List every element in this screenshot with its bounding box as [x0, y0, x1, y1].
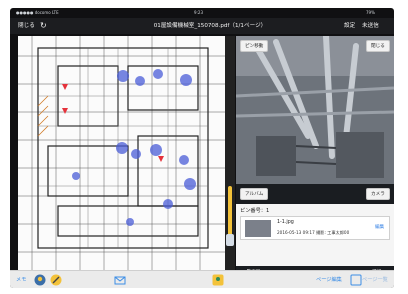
- photo-thumbnail: [245, 220, 271, 237]
- bottom-toolbar: メモ ページ編集 ページ一覧: [10, 270, 394, 288]
- site-photo: ピン移動 閉じる: [236, 36, 394, 184]
- status-bar: ●●●●● docomo LTE 9:23 79%: [10, 8, 394, 18]
- photo-info: ピン番号：1 1-1.jpg 2016-05-13 09:17 撮影: 工事太郎…: [236, 204, 394, 270]
- photo-image: [236, 36, 394, 184]
- ipad-screen: ●●●●● docomo LTE 9:23 79% 閉じる ↻ 01屋設備機械室…: [10, 8, 394, 288]
- refresh-icon[interactable]: ↻: [40, 18, 47, 34]
- page-edit-button[interactable]: ページ編集: [316, 271, 342, 288]
- page-edit-icon[interactable]: [350, 274, 362, 286]
- mail-icon[interactable]: [114, 274, 126, 286]
- slider-handle[interactable]: [226, 234, 234, 246]
- photo-panel: ピン移動 閉じる アルバム カメラ ピン番号：1 1-1.jpg 2016-05…: [236, 36, 394, 280]
- unsent-button[interactable]: 未送信: [362, 18, 379, 34]
- memo-button[interactable]: メモ: [16, 271, 26, 288]
- clock-text: 9:23: [194, 10, 203, 15]
- photo-meta: 2016-05-13 09:17 撮影: 工事太郎00: [277, 230, 350, 235]
- pin-move-button[interactable]: ピン移動: [240, 40, 269, 52]
- camera-bar: アルバム カメラ: [236, 184, 394, 204]
- slider-track: [228, 186, 232, 240]
- page-slider[interactable]: [225, 36, 235, 270]
- floor-plan-svg: [18, 36, 230, 270]
- photo-list-item[interactable]: 1-1.jpg 2016-05-13 09:17 撮影: 工事太郎00 編集: [240, 216, 390, 240]
- title-bar: 閉じる ↻ 01屋設備機械室_150708.pdf（1/1ページ） 設定 未送信: [10, 18, 394, 34]
- photo-filename: 1-1.jpg: [277, 220, 294, 225]
- close-photo-button[interactable]: 閉じる: [366, 40, 390, 52]
- pencil-icon[interactable]: [50, 274, 62, 286]
- settings-button[interactable]: 設定: [344, 18, 355, 34]
- pin-tool-icon[interactable]: [34, 274, 46, 286]
- document-title: 01屋設備機械室_150708.pdf（1/1ページ）: [153, 23, 267, 29]
- location-pin-icon[interactable]: [212, 274, 224, 286]
- album-button[interactable]: アルバム: [240, 188, 269, 200]
- page-list-button[interactable]: ページ一覧: [362, 271, 388, 288]
- camera-button[interactable]: カメラ: [366, 188, 390, 200]
- edit-photo-button[interactable]: 編集: [375, 224, 384, 230]
- pin-number-label: ピン番号：1: [240, 208, 270, 214]
- carrier-text: ●●●●● docomo LTE: [16, 10, 59, 15]
- battery-text: 79%: [366, 10, 375, 15]
- close-document-button[interactable]: 閉じる: [18, 18, 35, 34]
- floor-plan-drawing[interactable]: [18, 36, 230, 270]
